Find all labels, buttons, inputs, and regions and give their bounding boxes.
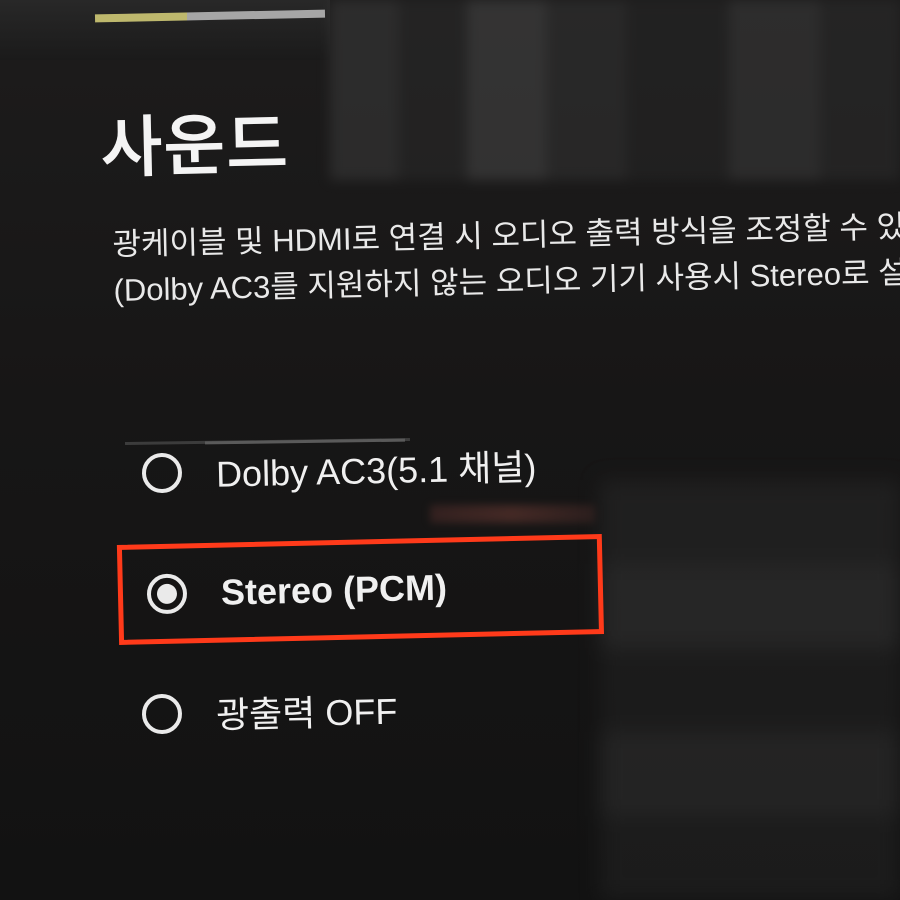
page-title: 사운드 [100,106,291,185]
background-blur-top-left [0,0,330,60]
option-label: Stereo (PCM) [220,566,448,613]
background-blur-streak [430,505,595,523]
option-label: 광출력 OFF [215,690,398,736]
radio-checked-icon[interactable] [146,573,188,615]
radio-unchecked-icon[interactable] [141,693,183,735]
option-stereo-pcm[interactable]: Stereo (PCM) [116,534,605,645]
option-optical-off[interactable]: 광출력 OFF [117,659,399,765]
option-label: Dolby AC3(5.1 채널) [215,446,537,495]
background-pixelated-area [330,0,900,180]
radio-unchecked-icon[interactable] [141,452,183,494]
background-pixelated-area-lower [600,480,900,900]
sound-settings-screen: 사운드 광케이블 및 HDMI로 연결 시 오디오 출력 방식을 조정할 수 있… [0,0,900,900]
page-description: 광케이블 및 HDMI로 연결 시 오디오 출력 방식을 조정할 수 있습니다 … [112,204,900,314]
